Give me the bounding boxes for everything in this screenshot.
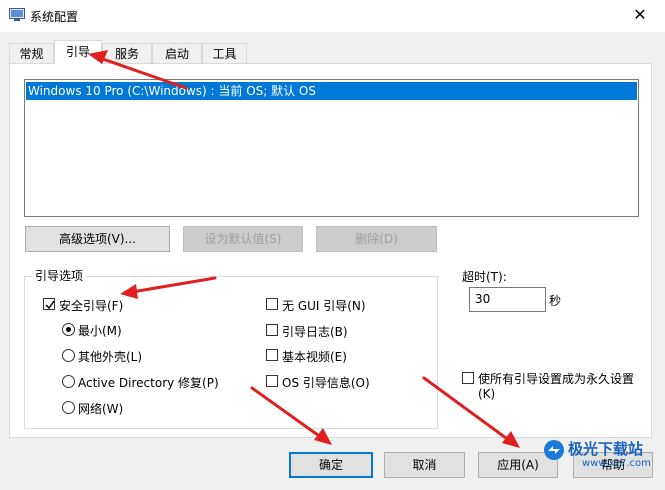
arrow-to-boot-tab — [88, 50, 188, 90]
watermark-url: www.xz7.com — [582, 458, 651, 469]
arrow-to-safe-boot — [120, 276, 217, 299]
annotation-arrows — [88, 50, 520, 448]
site-watermark: 极光下载站 www.xz7.com — [542, 436, 662, 482]
watermark-text: 极光下载站 — [568, 440, 644, 458]
arrow-to-ok-button — [250, 386, 332, 445]
arrow-to-apply-button — [422, 376, 520, 448]
watermark-logo-icon — [544, 440, 564, 460]
